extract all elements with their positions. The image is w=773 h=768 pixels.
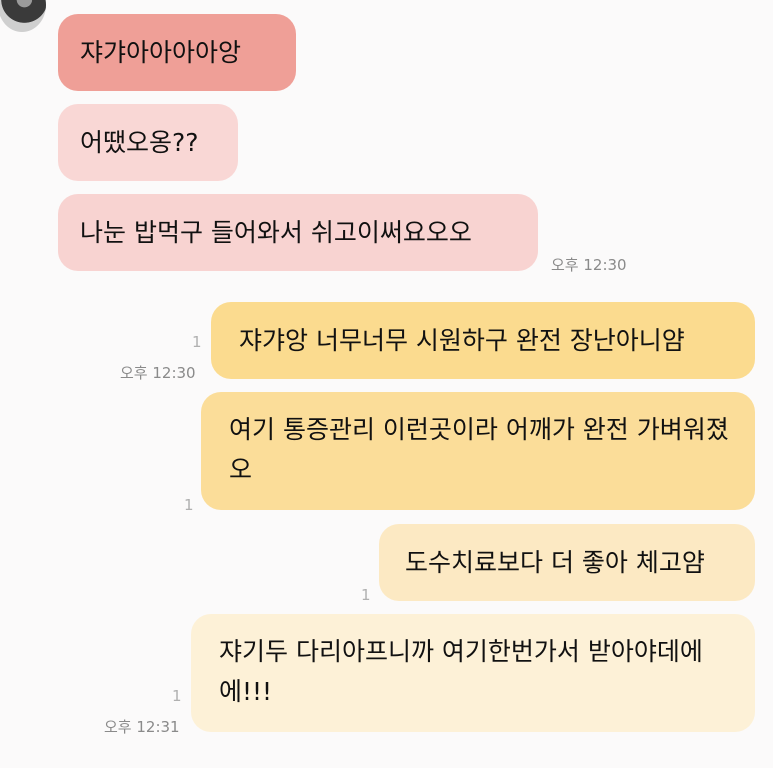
- unread-count: 1: [192, 333, 202, 351]
- message-text: 도수치료보다 더 좋아 체고얌: [405, 548, 705, 577]
- message-text: 나눈 밥먹구 들어와서 쉬고이써요오오: [80, 218, 472, 247]
- message-bubble-received[interactable]: 어땠오옹??: [58, 104, 238, 181]
- sender-avatar[interactable]: [0, 0, 46, 32]
- message-bubble-sent[interactable]: 여기 통증관리 이런곳이라 어깨가 완전 가벼워졌오: [201, 392, 755, 510]
- unread-count: 1: [184, 496, 194, 514]
- message-timestamp: 오후 12:31: [104, 718, 180, 736]
- message-bubble-sent[interactable]: 쟈갸앙 너무너무 시원하구 완전 장난아니얌: [211, 302, 755, 379]
- message-timestamp: 오후 12:30: [551, 256, 627, 274]
- message-bubble-received[interactable]: 나눈 밥먹구 들어와서 쉬고이써요오오: [58, 194, 538, 271]
- message-text: 쟈갸아아아아앙: [80, 38, 242, 67]
- unread-count: 1: [172, 687, 182, 705]
- unread-count: 1: [361, 586, 371, 604]
- message-bubble-sent[interactable]: 도수치료보다 더 좋아 체고얌: [379, 524, 755, 601]
- message-text: 어땠오옹??: [80, 128, 199, 157]
- message-bubble-sent[interactable]: 쟈기두 다리아프니까 여기한번가서 받아야데에에!!!: [191, 614, 755, 732]
- message-timestamp: 오후 12:30: [120, 364, 196, 382]
- message-text: 여기 통증관리 이런곳이라 어깨가 완전 가벼워졌오: [229, 415, 729, 484]
- message-text: 쟈기두 다리아프니까 여기한번가서 받아야데에에!!!: [219, 637, 703, 706]
- message-text: 쟈갸앙 너무너무 시원하구 완전 장난아니얌: [239, 326, 685, 355]
- message-bubble-received[interactable]: 쟈갸아아아아앙: [58, 14, 296, 91]
